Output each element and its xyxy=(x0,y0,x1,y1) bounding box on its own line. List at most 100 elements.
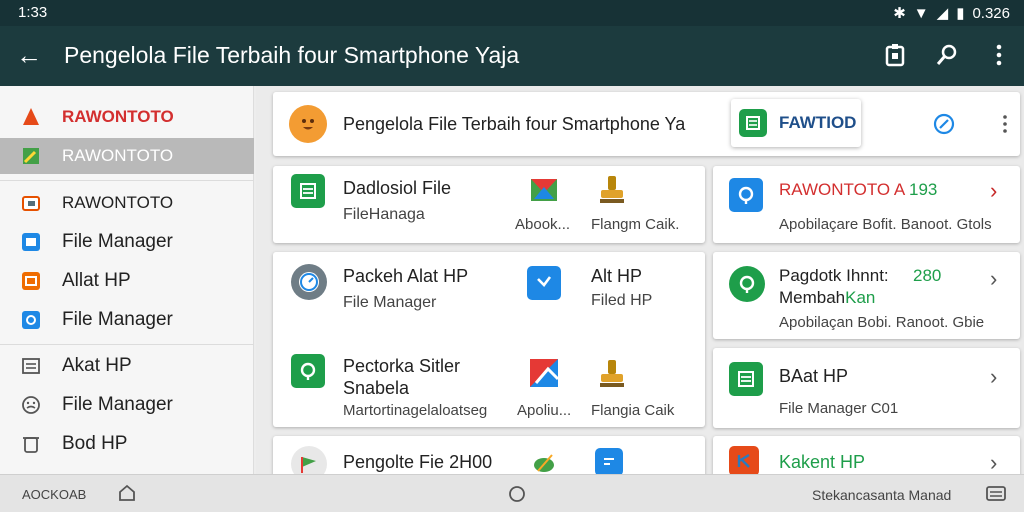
app-bar: ← Pengelola File Terbaih four Smartphone… xyxy=(0,26,1024,86)
main-content: Pengelola File Terbaih four Smartphone Y… xyxy=(256,86,1024,486)
sidebar-item-allat-hp[interactable]: Allat HP xyxy=(0,263,254,299)
status-text: 0.326 xyxy=(972,4,1010,22)
chevron-right-icon[interactable]: › xyxy=(990,364,997,390)
avatar-emoji-icon xyxy=(289,105,327,143)
card-title: Packeh Alat HP xyxy=(343,266,469,286)
location-icon xyxy=(729,266,765,302)
detail-card-3[interactable]: BAat HP › File Manager C01 xyxy=(713,348,1020,428)
header-text: Pengelola File Terbaih four Smartphone Y… xyxy=(343,114,686,134)
card-app-label-a: Alt HP xyxy=(591,266,643,286)
shortcut-icon xyxy=(20,145,42,167)
sidebar-item-file-manager-3[interactable]: File Manager xyxy=(0,387,254,423)
card-title: Kakent HP xyxy=(779,452,866,472)
circle-home-icon[interactable] xyxy=(508,485,526,508)
card-title: Pagdotk Ihnnt: xyxy=(779,266,889,285)
divider xyxy=(0,344,254,345)
bluetooth-icon: ✱ xyxy=(893,5,906,22)
status-time: 1:33 xyxy=(18,4,48,21)
sidebar-item-akat-hp[interactable]: Akat HP xyxy=(0,348,254,384)
sidebar-item-file-manager[interactable]: File Manager xyxy=(0,224,254,260)
battery-icon: ▮ xyxy=(956,5,965,22)
detail-card-2[interactable]: Pagdotk Ihnnt: 280 MembahKan › Apobilaça… xyxy=(713,252,1020,339)
count-badge: 193 xyxy=(909,180,938,199)
tool-icon xyxy=(20,270,42,292)
card-title: Dadlosiol File xyxy=(343,178,452,198)
more-vert-icon[interactable] xyxy=(997,107,1013,141)
card-subtitle: Martortinagelaloatseg xyxy=(343,402,488,419)
folder-icon xyxy=(20,192,42,214)
sidebar-item-bod-hp[interactable]: Bod HP xyxy=(0,426,254,462)
emoji-icon xyxy=(20,394,42,416)
card-app-label-a: Apoliu... xyxy=(517,402,572,419)
file-card-2[interactable]: Packeh Alat HP File Manager Alt HP Filed… xyxy=(273,252,705,427)
clipboard-icon[interactable] xyxy=(880,40,910,70)
app-icon xyxy=(20,309,42,331)
sheet-icon xyxy=(739,109,767,137)
sidebar-item-label: Allat HP xyxy=(62,270,131,291)
keyboard-icon[interactable] xyxy=(986,485,1006,508)
sheet-icon xyxy=(729,362,763,396)
action-button-label: FAWTIOD xyxy=(779,113,857,132)
document-icon xyxy=(595,448,623,476)
maps-icon xyxy=(527,356,561,390)
card-title: RAWONTOTO A xyxy=(779,180,906,199)
sidebar: RAWONTOTO RAWONTOTO RAWONTOTO File Manag… xyxy=(0,86,254,474)
stamp-icon xyxy=(595,356,629,390)
wifi-icon: ▼ xyxy=(913,4,929,22)
card-app-label-b: Flangm Caik. xyxy=(591,216,680,233)
more-vert-icon[interactable] xyxy=(984,40,1014,70)
sidebar-item-label: RAWONTOTO xyxy=(62,193,174,212)
chevron-right-icon[interactable]: › xyxy=(990,178,997,204)
sidebar-item-label: RAWONTOTO xyxy=(62,146,174,165)
back-arrow-icon[interactable]: ← xyxy=(14,40,44,70)
search-icon[interactable] xyxy=(932,40,962,70)
card-app-label-b: Flangia Caik xyxy=(591,402,675,419)
detail-card-1[interactable]: RAWONTOTO A 193 › Apobilaçare Bofit. Ban… xyxy=(713,166,1020,243)
action-button[interactable]: FAWTIOD xyxy=(731,99,861,147)
card-title-line2: MembahKan xyxy=(779,288,876,307)
divider xyxy=(0,180,254,181)
sidebar-item-file-manager-2[interactable]: File Manager xyxy=(0,302,254,338)
card-title: BAat HP xyxy=(779,366,849,386)
navigation-bar: AOCKOAB Stekancasanta Manad xyxy=(0,474,1024,512)
sidebar-item-label: File Manager xyxy=(62,231,173,252)
card-subtitle: Apobilaçare Bofit. Banoot. Gtols xyxy=(779,216,992,233)
sidebar-item-label: Bod HP xyxy=(62,433,128,454)
sidebar-item-rawontoto-1[interactable]: RAWONTOTO xyxy=(0,99,254,135)
card-title: Pectorka Sitler xyxy=(343,356,461,376)
sidebar-item-label: Akat HP xyxy=(62,355,132,376)
compass-icon[interactable] xyxy=(927,107,961,141)
signal-icon: ◢ xyxy=(936,5,949,22)
sidebar-item-label: File Manager xyxy=(62,309,173,330)
clock-icon xyxy=(291,264,327,300)
page-title: Pengelola File Terbaih four Smartphone Y… xyxy=(64,42,520,68)
nav-left-label: AOCKOAB xyxy=(22,487,87,502)
arrow-app-icon xyxy=(527,266,561,300)
header-card: Pengelola File Terbaih four Smartphone Y… xyxy=(273,92,1020,156)
sidebar-item-rawontoto-2[interactable]: RAWONTOTO xyxy=(0,138,254,174)
list-icon xyxy=(20,355,42,377)
card-app-label-a: Abook... xyxy=(515,216,571,233)
sidebar-item-label: File Manager xyxy=(62,394,173,415)
card-subtitle: File Manager C01 xyxy=(779,400,899,417)
sidebar-item-rawontoto-3[interactable]: RAWONTOTO xyxy=(0,185,254,221)
flame-icon xyxy=(20,106,42,128)
home-icon[interactable] xyxy=(118,484,136,507)
card-subtitle: FileHanaga xyxy=(343,206,425,223)
count-badge: 280 xyxy=(913,266,942,285)
bin-icon xyxy=(20,433,42,455)
card-title-line2: Snabela xyxy=(343,378,410,398)
stamp-icon xyxy=(595,172,629,206)
location-icon xyxy=(291,354,325,388)
status-bar: 1:33 ✱ ▼ ◢ ▮ 0.326 xyxy=(0,0,1024,26)
card-title: Pengolte Fie 2H00 xyxy=(343,452,493,472)
chevron-right-icon[interactable]: › xyxy=(990,266,997,292)
drive-icon xyxy=(527,172,561,206)
location-icon xyxy=(729,178,763,212)
card-subtitle: Apobilaçan Bobi. Ranoot. Gbie xyxy=(779,314,985,331)
app-icon xyxy=(20,231,42,253)
chevron-right-icon[interactable]: › xyxy=(990,450,997,476)
status-icons: ✱ ▼ ◢ ▮ 0.326 xyxy=(893,4,1010,23)
nav-right-label: Stekancasanta Manad xyxy=(812,487,952,503)
file-card-1[interactable]: Dadlosiol File FileHanaga Abook... Flang… xyxy=(273,166,705,243)
